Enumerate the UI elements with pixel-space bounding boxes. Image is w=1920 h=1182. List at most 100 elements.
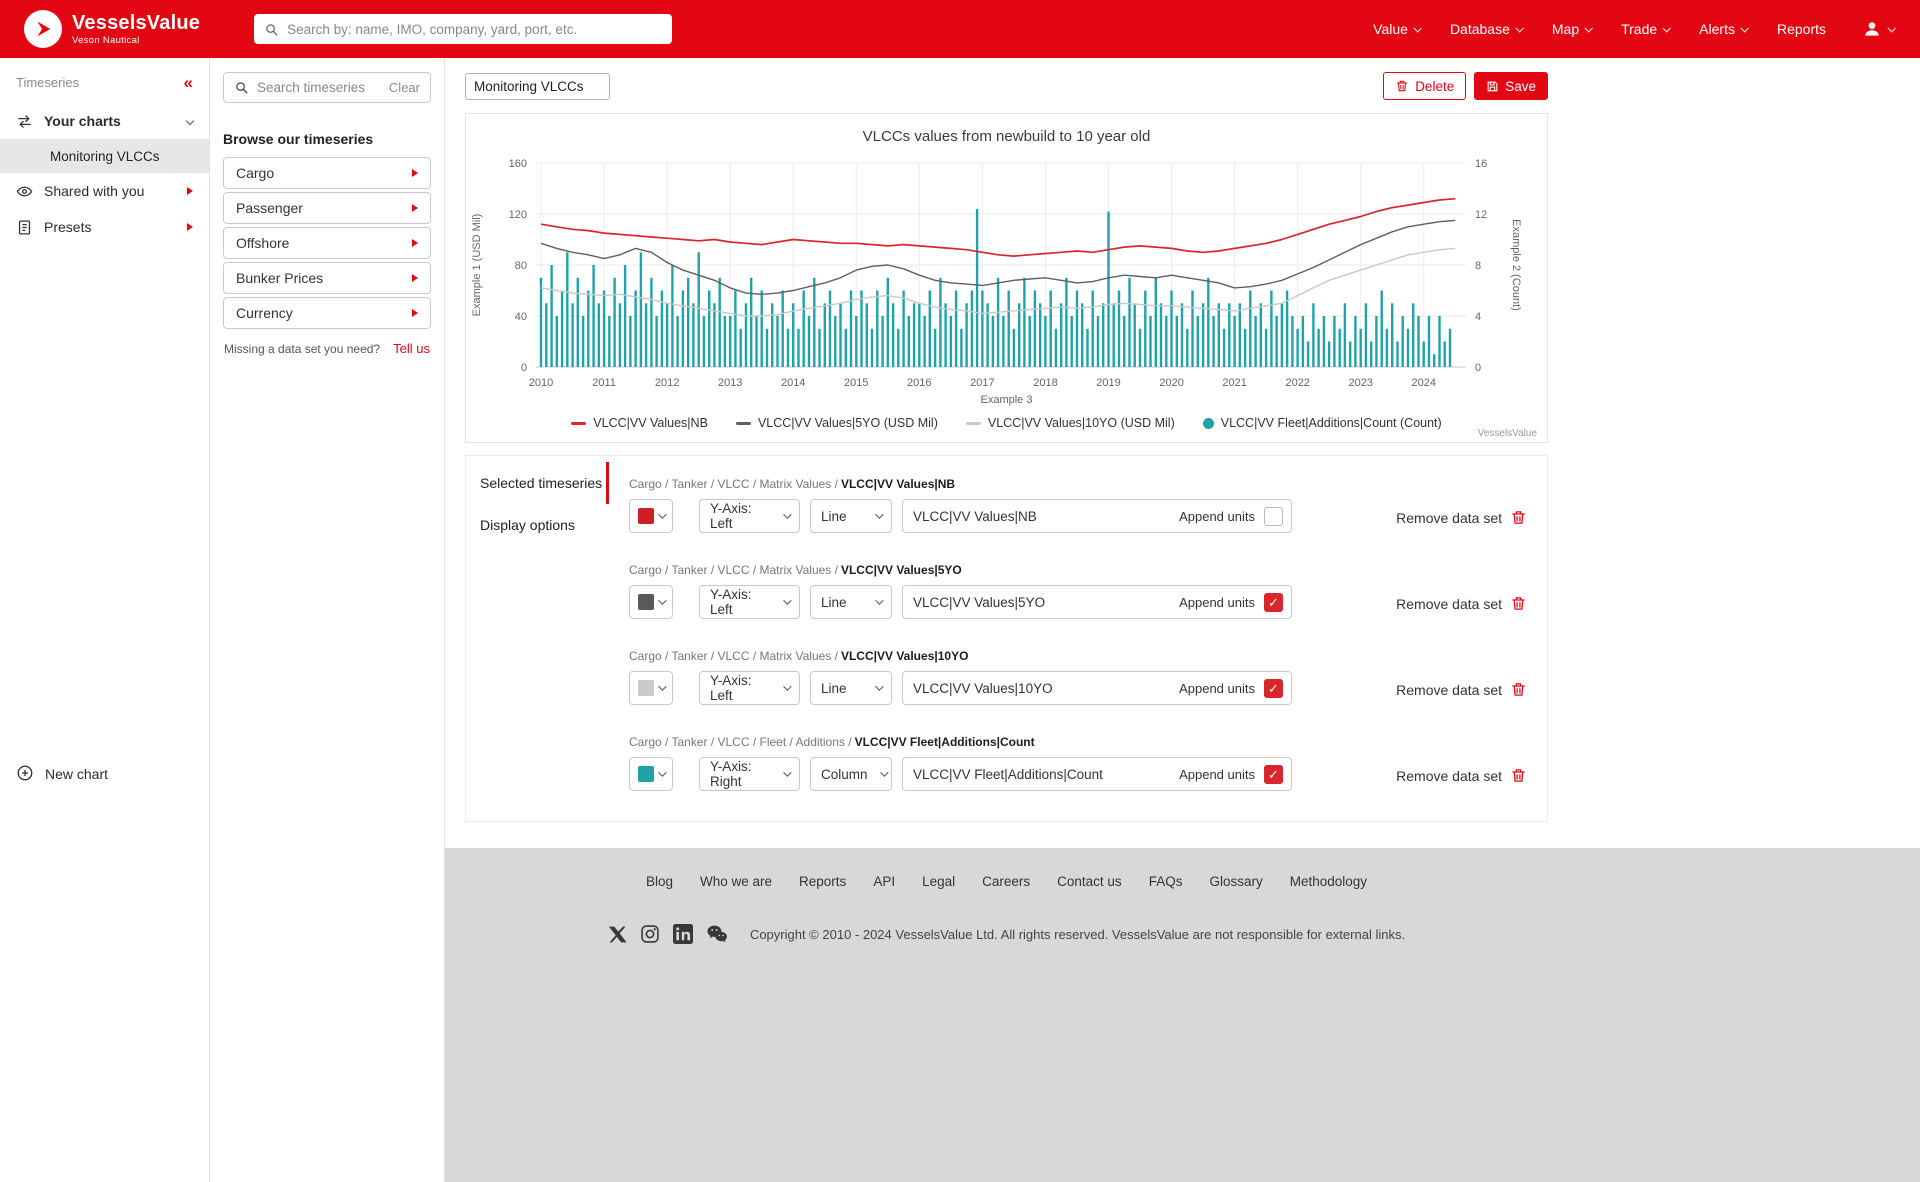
category-cargo[interactable]: Cargo (223, 157, 431, 189)
document-icon (16, 219, 33, 236)
svg-text:2024: 2024 (1412, 377, 1436, 389)
category-bunker-prices[interactable]: Bunker Prices (223, 262, 431, 294)
new-chart-button[interactable]: New chart (0, 756, 209, 792)
tab-display-options[interactable]: Display options (466, 504, 609, 546)
collapse-sidebar-icon[interactable]: « (184, 74, 193, 91)
sidebar-item-monitoring-vlccs[interactable]: Monitoring VLCCs (0, 139, 209, 173)
color-picker-select[interactable] (629, 499, 673, 533)
tab-selected-timeseries[interactable]: Selected timeseries (466, 462, 609, 504)
y-axis-select[interactable]: Y-Axis: Right (699, 757, 800, 791)
delete-button[interactable]: Delete (1383, 72, 1466, 100)
series-name-input[interactable] (913, 595, 1170, 610)
chevron-right-icon (187, 187, 193, 195)
svg-text:160: 160 (509, 158, 527, 170)
y-axis-select[interactable]: Y-Axis: Left (699, 671, 800, 705)
timeseries-chart-card: VLCCs values from newbuild to 10 year ol… (465, 113, 1548, 443)
remove-dataset-button[interactable]: Remove data set (1396, 595, 1527, 612)
series-name-group: Append units (902, 585, 1292, 619)
trash-icon (1510, 767, 1527, 784)
footer-link-who-we-are[interactable]: Who we are (700, 874, 772, 889)
chart-name-input[interactable] (465, 73, 610, 100)
remove-dataset-button[interactable]: Remove data set (1396, 509, 1527, 526)
legend-item[interactable]: VLCC|VV Fleet|Additions|Count (Count) (1203, 416, 1442, 430)
series-type-select[interactable]: Line (810, 585, 892, 619)
append-units-checkbox[interactable] (1264, 679, 1283, 698)
legend-item[interactable]: VLCC|VV Values|10YO (USD Mil) (966, 416, 1175, 430)
footer-link-api[interactable]: API (873, 874, 895, 889)
footer-link-glossary[interactable]: Glossary (1209, 874, 1262, 889)
chevron-down-icon (880, 768, 888, 776)
timeseries-sidebar: Timeseries « Your charts Monitoring VLCC… (0, 58, 210, 1182)
footer-link-faqs[interactable]: FAQs (1149, 874, 1183, 889)
series-name-input[interactable] (913, 681, 1170, 696)
nav-item-trade[interactable]: Trade (1621, 21, 1669, 37)
category-passenger[interactable]: Passenger (223, 192, 431, 224)
clear-search-button[interactable]: Clear (389, 80, 420, 95)
plus-circle-icon (16, 764, 34, 785)
footer-link-careers[interactable]: Careers (982, 874, 1030, 889)
remove-dataset-button[interactable]: Remove data set (1396, 767, 1527, 784)
nav-item-map[interactable]: Map (1552, 21, 1591, 37)
footer-link-legal[interactable]: Legal (922, 874, 955, 889)
chevron-right-icon (412, 309, 418, 317)
series-type-select[interactable]: Line (810, 499, 892, 533)
color-picker-select[interactable] (629, 671, 673, 705)
nav-item-reports[interactable]: Reports (1777, 21, 1826, 37)
footer-link-blog[interactable]: Blog (646, 874, 673, 889)
legend-label: VLCC|VV Fleet|Additions|Count (Count) (1221, 416, 1442, 430)
chevron-down-icon (1887, 24, 1895, 32)
wechat-icon[interactable] (706, 923, 728, 945)
append-units-label: Append units (1179, 509, 1255, 524)
series-name-input[interactable] (913, 767, 1170, 782)
nav-item-value[interactable]: Value (1373, 21, 1420, 37)
append-units-checkbox[interactable] (1264, 507, 1283, 526)
timeseries-search-input[interactable] (257, 80, 381, 95)
chevron-right-icon (412, 239, 418, 247)
sidebar-item-your-charts[interactable]: Your charts (0, 103, 209, 139)
footer-link-contact-us[interactable]: Contact us (1057, 874, 1122, 889)
chevron-down-icon (1585, 24, 1593, 32)
missing-dataset-text: Missing a data set you need? (224, 342, 380, 356)
series-name-input[interactable] (913, 509, 1170, 524)
color-picker-select[interactable] (629, 757, 673, 791)
nav-item-database[interactable]: Database (1450, 21, 1522, 37)
category-currency[interactable]: Currency (223, 297, 431, 329)
category-offshore[interactable]: Offshore (223, 227, 431, 259)
svg-text:2017: 2017 (970, 377, 994, 389)
sidebar-item-shared-with-you[interactable]: Shared with you (0, 173, 209, 209)
svg-text:2018: 2018 (1033, 377, 1057, 389)
x-social-icon[interactable] (608, 925, 627, 944)
append-units-checkbox[interactable] (1264, 593, 1283, 612)
y-axis-select[interactable]: Y-Axis: Left (699, 585, 800, 619)
footer-link-reports[interactable]: Reports (799, 874, 846, 889)
series-type-select[interactable]: Line (810, 671, 892, 705)
legend-label: VLCC|VV Values|NB (593, 416, 708, 430)
svg-text:40: 40 (515, 311, 527, 323)
color-swatch (638, 594, 654, 610)
global-search-input[interactable] (287, 22, 662, 37)
sidebar-title: Timeseries (16, 75, 79, 90)
legend-item[interactable]: VLCC|VV Values|5YO (USD Mil) (736, 416, 938, 430)
chevron-down-icon (783, 596, 791, 604)
chart-title: VLCCs values from newbuild to 10 year ol… (466, 128, 1547, 145)
save-button[interactable]: Save (1474, 72, 1548, 100)
instagram-icon[interactable] (640, 924, 660, 944)
tell-us-link[interactable]: Tell us (393, 341, 430, 356)
legend-item[interactable]: VLCC|VV Values|NB (571, 416, 708, 430)
linkedin-icon[interactable] (673, 924, 693, 944)
dataset-row: Cargo / Tanker / VLCC / Fleet / Addition… (629, 735, 1527, 791)
user-menu[interactable] (1862, 19, 1894, 39)
append-units-checkbox[interactable] (1264, 765, 1283, 784)
nav-item-alerts[interactable]: Alerts (1699, 21, 1747, 37)
dataset-breadcrumb: Cargo / Tanker / VLCC / Matrix Values /V… (629, 563, 1396, 577)
append-units-label: Append units (1179, 681, 1255, 696)
y-axis-select[interactable]: Y-Axis: Left (699, 499, 800, 533)
footer-links: Blog Who we are Reports API Legal Career… (465, 874, 1548, 889)
color-picker-select[interactable] (629, 585, 673, 619)
footer-link-methodology[interactable]: Methodology (1290, 874, 1367, 889)
series-type-select[interactable]: Column (810, 757, 892, 791)
sidebar-item-presets[interactable]: Presets (0, 209, 209, 245)
svg-text:2015: 2015 (844, 377, 868, 389)
remove-dataset-button[interactable]: Remove data set (1396, 681, 1527, 698)
brand-logo[interactable]: VesselsValue Veson Nautical (24, 10, 200, 48)
